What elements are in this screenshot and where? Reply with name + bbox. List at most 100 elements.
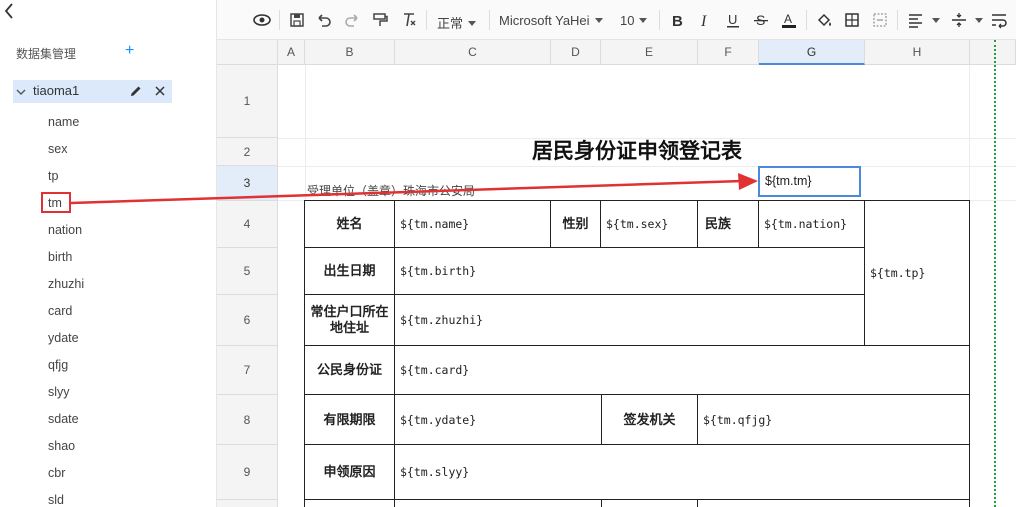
row-header[interactable]: 9 <box>217 445 278 500</box>
field-item[interactable]: shao <box>48 439 75 453</box>
table-cell-partial[interactable] <box>601 499 698 507</box>
label-reason[interactable]: 申领原因 <box>304 444 395 500</box>
column-header-selected[interactable]: G <box>759 40 865 65</box>
text-style-value: 正常 <box>437 16 464 31</box>
row-header[interactable]: 5 <box>217 248 278 295</box>
table-cell-partial[interactable] <box>394 499 602 507</box>
font-family-dropdown[interactable]: Microsoft YaHei <box>499 13 603 28</box>
value-nation[interactable]: ${tm.nation} <box>758 200 865 248</box>
table-cell-partial[interactable] <box>697 499 970 507</box>
font-size-dropdown[interactable]: 10 <box>620 13 648 28</box>
caret-down-icon <box>468 21 477 26</box>
field-item[interactable]: name <box>48 115 79 129</box>
font-color-icon[interactable]: A <box>780 11 798 29</box>
preview-eye-icon[interactable] <box>253 11 271 29</box>
vertical-align-icon[interactable] <box>950 11 968 29</box>
label-issuer[interactable]: 签发机关 <box>601 394 698 445</box>
field-item[interactable]: sld <box>48 493 64 507</box>
field-item[interactable]: nation <box>48 223 82 237</box>
add-dataset-button[interactable]: + <box>125 43 134 59</box>
grid-corner[interactable] <box>217 40 278 65</box>
column-header[interactable]: F <box>698 40 759 65</box>
sidebar-title: 数据集管理 <box>16 47 77 61</box>
field-item[interactable]: card <box>48 304 72 318</box>
text-style-dropdown[interactable]: 正常 <box>437 13 477 32</box>
value-name[interactable]: ${tm.name} <box>394 200 551 248</box>
close-icon[interactable] <box>153 84 167 98</box>
svg-text:I: I <box>700 13 707 29</box>
clear-format-icon[interactable] <box>400 11 418 29</box>
redo-icon[interactable] <box>343 11 361 29</box>
row-header-selected[interactable]: 3 <box>217 166 278 201</box>
field-item[interactable]: tp <box>48 169 58 183</box>
strikethrough-icon[interactable]: S <box>752 11 770 29</box>
column-header-empty[interactable] <box>970 40 1016 65</box>
row-header-partial[interactable] <box>217 500 278 507</box>
chevron-down-icon[interactable] <box>15 85 27 97</box>
value-photo[interactable]: ${tm.tp} <box>864 200 970 346</box>
label-name[interactable]: 姓名 <box>304 200 395 248</box>
form-title: 居民身份证申领登记表 <box>532 140 742 163</box>
issuing-unit-text: 受理单位（盖章）珠海市公安局 <box>307 184 476 198</box>
selected-cell-g3[interactable]: ${tm.tm} <box>758 166 861 197</box>
spreadsheet-grid[interactable]: A B C D E F G H 1 2 3 4 5 6 7 8 9 居民身份证申… <box>217 40 1016 507</box>
row-header[interactable]: 4 <box>217 201 278 248</box>
field-item[interactable]: qfjg <box>48 358 68 372</box>
undo-icon[interactable] <box>315 11 333 29</box>
edit-icon[interactable] <box>129 84 143 98</box>
format-painter-icon[interactable] <box>371 11 389 29</box>
column-header[interactable]: B <box>305 40 395 65</box>
row-header[interactable]: 8 <box>217 395 278 445</box>
value-address[interactable]: ${tm.zhuzhi} <box>394 294 865 346</box>
field-item[interactable]: sex <box>48 142 67 156</box>
text-wrap-icon[interactable] <box>990 11 1008 29</box>
app-root: 数据集管理 + tiaoma1 name sex tp tm nation bi… <box>0 0 1016 507</box>
italic-icon[interactable]: I <box>696 11 714 30</box>
dataset-name: tiaoma1 <box>33 83 80 98</box>
value-issuer[interactable]: ${tm.qfjg} <box>697 394 970 445</box>
caret-down-icon[interactable] <box>975 18 983 23</box>
value-validity[interactable]: ${tm.ydate} <box>394 394 602 445</box>
label-address[interactable]: 常住户口所在地住址 <box>304 294 395 346</box>
merge-cells-icon[interactable] <box>871 11 889 29</box>
field-item[interactable]: cbr <box>48 466 65 480</box>
row-header[interactable]: 6 <box>217 295 278 346</box>
dataset-item[interactable]: tiaoma1 <box>13 80 172 103</box>
svg-text:B: B <box>672 13 683 29</box>
caret-down-icon[interactable] <box>932 18 940 23</box>
column-header[interactable]: C <box>395 40 551 65</box>
borders-icon[interactable] <box>843 11 861 29</box>
fill-color-icon[interactable] <box>815 11 833 29</box>
svg-text:A: A <box>784 12 792 26</box>
value-sex[interactable]: ${tm.sex} <box>600 200 698 248</box>
bold-icon[interactable]: B <box>668 11 686 30</box>
row-header[interactable]: 2 <box>217 138 278 166</box>
label-sex[interactable]: 性别 <box>550 200 601 248</box>
label-validity[interactable]: 有限期限 <box>304 394 395 445</box>
table-cell-partial[interactable] <box>304 499 395 507</box>
column-header[interactable]: H <box>865 40 970 65</box>
field-item[interactable]: birth <box>48 250 72 264</box>
column-header[interactable]: A <box>278 40 305 65</box>
field-item[interactable]: sdate <box>48 412 79 426</box>
label-birth[interactable]: 出生日期 <box>304 247 395 295</box>
value-reason[interactable]: ${tm.slyy} <box>394 444 970 500</box>
field-item[interactable]: zhuzhi <box>48 277 84 291</box>
field-item[interactable]: slyy <box>48 385 70 399</box>
row-header[interactable]: 7 <box>217 346 278 395</box>
row-header[interactable]: 1 <box>217 65 278 138</box>
value-card[interactable]: ${tm.card} <box>394 345 970 395</box>
column-header[interactable]: D <box>551 40 601 65</box>
back-icon[interactable] <box>2 2 18 20</box>
save-icon[interactable] <box>288 11 306 29</box>
toolbar-divider <box>279 10 280 30</box>
value-birth[interactable]: ${tm.birth} <box>394 247 865 295</box>
grid-line <box>278 166 1016 167</box>
svg-text:U: U <box>728 12 737 27</box>
label-card[interactable]: 公民身份证 <box>304 345 395 395</box>
align-left-icon[interactable] <box>907 11 925 29</box>
field-item[interactable]: ydate <box>48 331 79 345</box>
label-nation[interactable]: 民族 <box>697 200 759 248</box>
column-header[interactable]: E <box>601 40 698 65</box>
underline-icon[interactable]: U <box>724 11 742 29</box>
